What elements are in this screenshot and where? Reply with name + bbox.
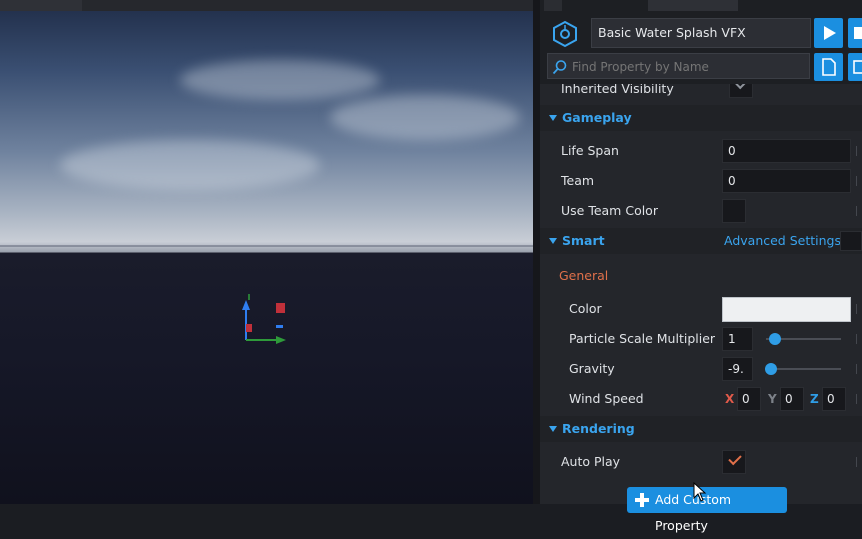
color-row: Color <box>540 294 862 324</box>
sky-cloud <box>60 140 320 190</box>
advanced-settings-toggle[interactable] <box>840 231 862 251</box>
wind-speed-y-input[interactable]: 0 <box>780 387 804 411</box>
check-icon <box>735 84 749 90</box>
section-gameplay[interactable]: Gameplay <box>540 105 862 131</box>
color-label: Color <box>569 301 602 316</box>
search-input[interactable] <box>570 54 809 80</box>
gravity-label: Gravity <box>569 361 615 376</box>
reset-icon[interactable] <box>856 364 862 374</box>
auto-play-checkbox[interactable] <box>722 450 746 474</box>
advanced-settings-link[interactable]: Advanced Settings <box>724 228 841 254</box>
plus-icon <box>635 493 649 507</box>
stop-icon <box>854 27 862 39</box>
tab-properties[interactable] <box>648 0 738 11</box>
stop-button[interactable] <box>848 18 862 48</box>
reset-icon[interactable] <box>856 146 862 156</box>
reset-icon[interactable] <box>856 304 862 314</box>
play-button[interactable] <box>814 18 843 48</box>
wind-speed-x-input[interactable]: 0 <box>737 387 761 411</box>
section-smart[interactable]: Smart Advanced Settings <box>540 228 862 254</box>
search-icon <box>552 60 567 75</box>
tab-hierarchy[interactable] <box>544 0 562 11</box>
x-axis-label: X <box>725 392 735 406</box>
mouse-cursor-icon <box>693 482 707 502</box>
gravity-row: Gravity -9. <box>540 354 862 384</box>
particle-scale-row: Particle Scale Multiplier 1 <box>540 324 862 354</box>
use-team-color-row: Use Team Color <box>540 196 862 226</box>
auto-play-label: Auto Play <box>561 454 621 469</box>
section-title: Rendering <box>562 421 635 436</box>
collapse-arrow-icon <box>549 426 557 432</box>
scene-viewport[interactable] <box>0 0 533 504</box>
z-axis-label: Z <box>810 392 819 406</box>
duplicate-button[interactable] <box>848 53 862 81</box>
inherited-visibility-checkbox[interactable] <box>729 84 753 98</box>
gravity-input[interactable]: -9. <box>722 357 753 381</box>
section-title: Gameplay <box>562 110 632 125</box>
reset-icon[interactable] <box>856 394 862 404</box>
reset-icon[interactable] <box>856 334 862 344</box>
viewport-tab[interactable] <box>0 0 82 11</box>
inherited-visibility-row: Inherited Visibility <box>540 84 862 98</box>
reset-icon[interactable] <box>856 176 862 186</box>
document-button[interactable] <box>814 53 843 81</box>
use-team-color-checkbox[interactable] <box>722 199 746 223</box>
particle-scale-label: Particle Scale Multiplier <box>569 331 716 346</box>
properties-panel: Basic Water Splash VFX Inherited Visi <box>533 0 862 504</box>
object-name-field[interactable]: Basic Water Splash VFX <box>591 18 811 48</box>
section-title: Smart <box>562 233 605 248</box>
use-team-color-label: Use Team Color <box>561 203 658 218</box>
auto-play-row: Auto Play <box>540 447 862 477</box>
wind-speed-label: Wind Speed <box>569 391 644 406</box>
general-label: General <box>559 268 609 283</box>
gravity-slider-knob[interactable] <box>764 363 777 375</box>
particle-scale-input[interactable]: 1 <box>722 327 753 351</box>
ground-horizon <box>0 245 533 247</box>
general-row: General <box>540 261 862 291</box>
team-input[interactable]: 0 <box>722 169 851 193</box>
check-icon <box>728 451 742 466</box>
viewport-toolbar <box>0 0 533 11</box>
wind-speed-row: Wind Speed X 0 Y 0 Z 0 <box>540 384 862 414</box>
section-rendering[interactable]: Rendering <box>540 416 862 442</box>
duplicate-icon <box>853 60 862 74</box>
reset-icon[interactable] <box>856 457 862 467</box>
life-span-input[interactable]: 0 <box>722 139 851 163</box>
document-icon <box>822 58 836 76</box>
panel-tabs <box>540 0 862 11</box>
life-span-row: Life Span 0 <box>540 136 862 166</box>
particle-scale-slider-knob[interactable] <box>769 333 781 345</box>
team-label: Team <box>561 173 595 188</box>
color-swatch[interactable] <box>722 297 851 322</box>
sky-cloud <box>180 60 380 100</box>
team-row: Team 0 <box>540 166 862 196</box>
sky-cloud <box>330 95 520 140</box>
reset-icon[interactable] <box>856 206 862 216</box>
gravity-slider-track[interactable] <box>766 368 841 370</box>
life-span-label: Life Span <box>561 143 619 158</box>
collapse-arrow-icon <box>549 238 557 244</box>
play-icon <box>824 26 836 40</box>
collapse-arrow-icon <box>549 115 557 121</box>
transform-gizmo-icon[interactable] <box>236 292 296 348</box>
properties-header: Basic Water Splash VFX <box>540 11 862 84</box>
property-search[interactable] <box>547 53 810 80</box>
inherited-visibility-label: Inherited Visibility <box>561 84 674 96</box>
add-custom-property-button[interactable]: Add Custom Property <box>627 487 787 533</box>
y-axis-label: Y <box>768 392 777 406</box>
template-icon <box>553 20 577 48</box>
wind-speed-z-input[interactable]: 0 <box>822 387 846 411</box>
